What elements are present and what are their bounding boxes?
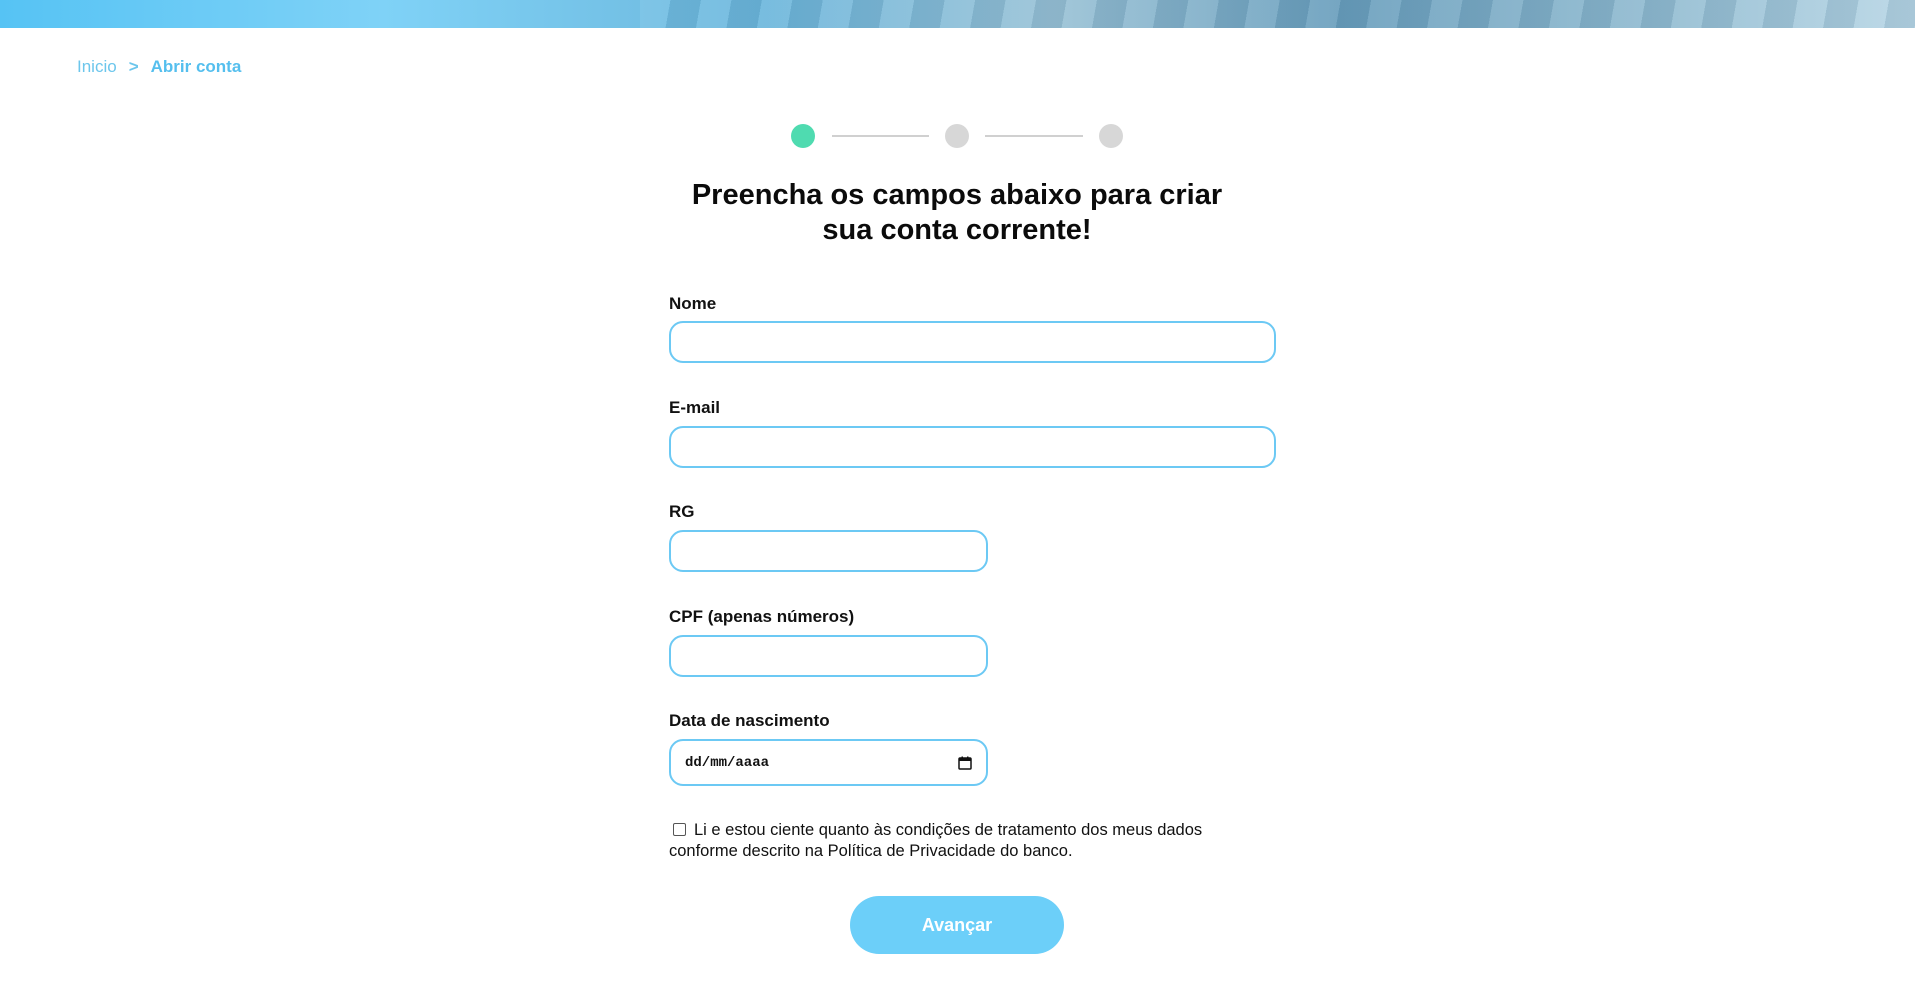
calendar-icon[interactable] xyxy=(958,756,972,770)
avancar-button[interactable]: Avançar xyxy=(850,896,1064,954)
step-1-indicator xyxy=(791,124,815,148)
breadcrumb-current: Abrir conta xyxy=(150,57,242,76)
privacy-consent: Li e estou ciente quanto às condições de… xyxy=(669,820,1229,862)
cpf-label: CPF (apenas números) xyxy=(669,607,855,626)
birthdate-input[interactable]: dd/mm/aaaa xyxy=(669,739,988,786)
rg-label: RG xyxy=(669,502,695,521)
header-banner xyxy=(0,0,1915,28)
banner-image xyxy=(640,0,1915,28)
step-connector xyxy=(985,135,1083,137)
page-title-line-2: sua conta corrente! xyxy=(822,214,1092,246)
rg-input[interactable] xyxy=(669,530,988,572)
nascimento-label: Data de nascimento xyxy=(669,711,830,730)
birthdate-placeholder: dd/mm/aaaa xyxy=(685,754,770,771)
page-title: Preencha os campos abaixo para criar sua… xyxy=(560,178,1354,248)
progress-stepper xyxy=(791,124,1123,148)
breadcrumb: Inicio > Abrir conta xyxy=(77,57,241,77)
email-input[interactable] xyxy=(669,426,1276,468)
breadcrumb-home-link[interactable]: Inicio xyxy=(77,57,117,77)
page-title-line-1: Preencha os campos abaixo para criar xyxy=(691,179,1223,211)
privacy-consent-checkbox[interactable] xyxy=(673,822,686,836)
privacy-consent-text: Li e estou ciente quanto às condições de… xyxy=(669,821,1203,860)
nome-input[interactable] xyxy=(669,321,1276,363)
email-label: E-mail xyxy=(669,398,721,417)
breadcrumb-separator: > xyxy=(128,57,139,76)
step-2-indicator xyxy=(945,124,969,148)
step-connector xyxy=(832,135,929,137)
step-3-indicator xyxy=(1099,124,1123,148)
cpf-input[interactable] xyxy=(669,635,988,677)
nome-label: Nome xyxy=(669,294,717,313)
